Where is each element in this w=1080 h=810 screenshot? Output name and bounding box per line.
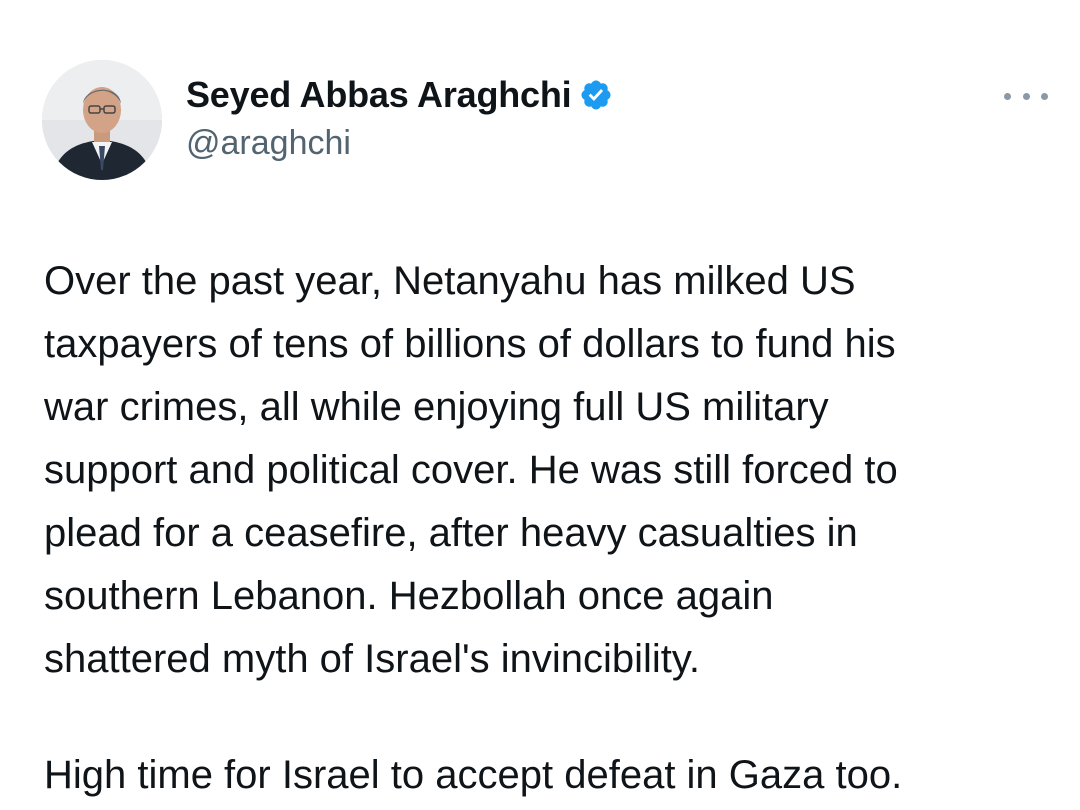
tweet-line: Over the past year, Netanyahu has milked… (44, 259, 856, 303)
author-display-name[interactable]: Seyed Abbas Araghchi (186, 74, 572, 116)
tweet-line: war crimes, all while enjoying full US m… (44, 385, 829, 429)
more-dot (1041, 92, 1048, 100)
more-dot (1004, 92, 1011, 100)
avatar-image (42, 60, 162, 180)
tweet-line: southern Lebanon. Hezbollah once again (44, 574, 774, 618)
author-handle[interactable]: @araghchi (186, 124, 351, 163)
author-name-row: Seyed Abbas Araghchi (186, 74, 613, 116)
tweet-line: shattered myth of Israel's invincibility… (44, 637, 701, 681)
tweet-line: taxpayers of tens of billions of dollars… (44, 322, 896, 366)
tweet-paragraph-1: Over the past year, Netanyahu has milked… (44, 250, 1054, 691)
tweet-line: plead for a ceasefire, after heavy casua… (44, 511, 858, 555)
tweet-paragraph-2: High time for Israel to accept defeat in… (44, 753, 903, 797)
tweet-line: support and political cover. He was stil… (44, 448, 898, 492)
tweet-text: Over the past year, Netanyahu has milked… (44, 250, 1054, 691)
avatar[interactable] (42, 60, 162, 180)
verified-badge-icon (579, 78, 613, 112)
more-options-icon[interactable] (1004, 86, 1048, 106)
more-dot (1022, 92, 1030, 100)
